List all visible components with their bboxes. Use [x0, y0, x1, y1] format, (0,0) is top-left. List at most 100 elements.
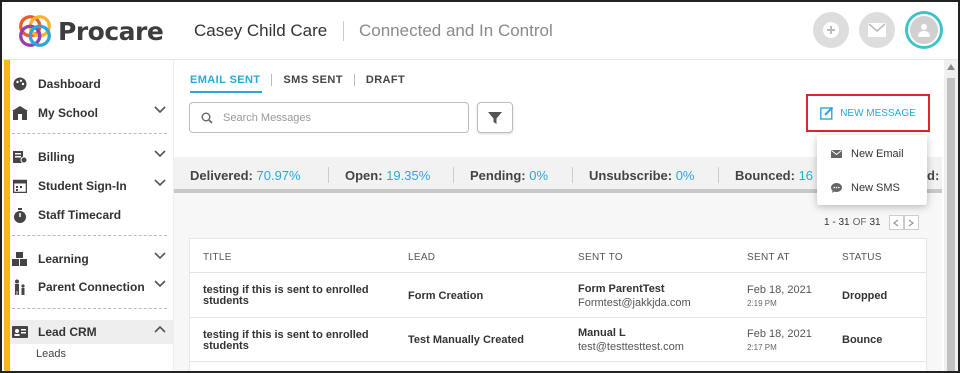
logo-text: Procare — [58, 16, 164, 46]
row-status: Bounce — [842, 334, 883, 346]
center-name: Casey Child Care — [194, 21, 328, 40]
message-tabs: EMAIL SENT SMS SENT DRAFT — [190, 74, 405, 86]
envelope-icon — [831, 150, 843, 158]
stat-pending-value: 0% — [529, 168, 549, 183]
sidebar-subitem-leads[interactable]: Leads — [36, 348, 66, 360]
column-header-sent-at[interactable]: SENT AT — [747, 252, 790, 263]
new-message-menu: New Email New SMS — [817, 135, 927, 205]
chevron-down-icon — [154, 106, 166, 114]
search-input[interactable] — [223, 111, 443, 124]
sidebar-item-my-school[interactable]: My School — [12, 101, 172, 125]
calendar-icon — [12, 178, 28, 194]
app-window: Procare Casey Child Care Connected and I… — [0, 0, 960, 373]
prev-page-button[interactable] — [888, 215, 904, 230]
filter-button[interactable] — [477, 102, 513, 133]
row-lead: Test Manually Created — [408, 334, 524, 346]
chevron-down-icon — [154, 150, 166, 158]
pagination: 1 - 31 OF 31 — [824, 215, 919, 230]
chevron-down-icon — [154, 252, 166, 260]
new-message-button[interactable]: NEW MESSAGE — [806, 94, 930, 132]
stat-bounced: Bounced: 16 — [735, 168, 814, 183]
header-divider — [343, 21, 344, 41]
sidebar-item-label: My School — [38, 106, 99, 120]
chat-icon — [831, 183, 843, 193]
top-header: Procare Casey Child Care Connected and I… — [2, 2, 958, 60]
messages-table — [189, 238, 927, 371]
pager-total: 31 — [869, 217, 881, 228]
id-card-icon — [12, 324, 28, 340]
row-sent-date: Feb 18, 2021 — [747, 328, 812, 340]
sidebar-item-billing[interactable]: Billing — [12, 145, 172, 169]
pager-range: 1 - 31 — [824, 217, 850, 228]
sidebar-item-label: Learning — [38, 252, 89, 266]
sidebar-item-student-sign-in[interactable]: Student Sign-In — [12, 174, 172, 198]
new-message-label: NEW MESSAGE — [840, 107, 916, 119]
stat-delivered: Delivered: 70.97% — [190, 168, 301, 183]
user-icon — [918, 24, 930, 37]
column-header-sent-to[interactable]: SENT TO — [578, 252, 623, 263]
chevron-down-icon — [154, 179, 166, 187]
sidebar-item-label: Lead CRM — [38, 325, 97, 339]
mail-icon — [868, 23, 886, 37]
arrow-up-icon — [947, 64, 955, 70]
sidebar-item-label: Dashboard — [38, 77, 101, 91]
stat-pending: Pending: 0% — [470, 168, 549, 183]
menu-item-new-email[interactable]: New Email — [831, 148, 904, 160]
sidebar-item-lead-crm[interactable]: Lead CRM — [12, 320, 172, 344]
blocks-icon — [12, 251, 28, 267]
row-title: students — [203, 295, 249, 307]
search-icon — [201, 112, 213, 124]
row-sent-to-name: Manual L — [578, 327, 626, 339]
sidebar-item-parent-connection[interactable]: Parent Connection — [12, 275, 172, 299]
scrollbar-thumb[interactable] — [947, 78, 955, 371]
row-status: Dropped — [842, 290, 888, 302]
tagline: Connected and In Control — [359, 21, 553, 40]
scroll-up-arrow[interactable] — [947, 63, 955, 72]
sidebar-item-label: Student Sign-In — [38, 179, 127, 193]
add-button[interactable] — [813, 12, 849, 48]
row-sent-to-email: test@testtesttest.com — [578, 341, 684, 353]
sidebar-item-staff-timecard[interactable]: Staff Timecard — [12, 203, 172, 227]
tab-draft[interactable]: DRAFT — [366, 74, 405, 86]
next-page-button[interactable] — [903, 215, 919, 230]
tab-email-sent[interactable]: EMAIL SENT — [190, 74, 260, 86]
column-header-title[interactable]: TITLE — [203, 252, 232, 263]
billing-icon — [12, 149, 28, 165]
school-icon — [12, 105, 28, 121]
search-box — [189, 102, 469, 133]
row-title: students — [203, 340, 249, 352]
sidebar-divider — [12, 235, 167, 236]
column-header-lead[interactable]: LEAD — [408, 252, 435, 263]
menu-item-label: New Email — [851, 148, 904, 160]
active-tab-indicator — [190, 91, 262, 93]
sidebar-item-label: Parent Connection — [38, 280, 145, 294]
filter-icon — [488, 111, 502, 124]
row-sent-to-email: Formtest@jakkjda.com — [578, 297, 691, 309]
menu-item-new-sms[interactable]: New SMS — [831, 182, 900, 194]
palette-icon — [12, 76, 28, 92]
row-sent-to-name: Form ParentTest — [578, 283, 665, 295]
edit-icon — [820, 106, 834, 120]
chevron-up-icon — [154, 325, 166, 333]
sidebar-item-learning[interactable]: Learning — [12, 247, 172, 271]
procare-logo[interactable]: Procare — [16, 12, 164, 50]
mail-button[interactable] — [859, 12, 895, 48]
avatar[interactable] — [905, 11, 943, 49]
stat-open: Open: 19.35% — [345, 168, 431, 183]
row-sent-time: 2:19 PM — [747, 299, 777, 308]
timer-icon — [12, 207, 28, 223]
row-sent-date: Feb 18, 2021 — [747, 284, 812, 296]
sidebar-item-dashboard[interactable]: Dashboard — [12, 72, 172, 96]
stat-delivered-value: 70.97% — [256, 168, 301, 183]
tab-sms-sent[interactable]: SMS SENT — [283, 74, 342, 86]
column-header-status[interactable]: STATUS — [842, 252, 882, 263]
stat-bounced-value: 16 — [798, 168, 814, 183]
stat-truncated: d: — [927, 168, 940, 183]
chevron-right-icon — [908, 219, 915, 226]
chevron-left-icon — [893, 219, 899, 226]
stat-unsubscribe: Unsubscribe: 0% — [589, 168, 695, 183]
menu-item-label: New SMS — [851, 182, 900, 194]
sidebar-item-label: Billing — [38, 150, 75, 164]
plus-icon — [823, 22, 839, 38]
sidebar-divider — [12, 308, 167, 309]
